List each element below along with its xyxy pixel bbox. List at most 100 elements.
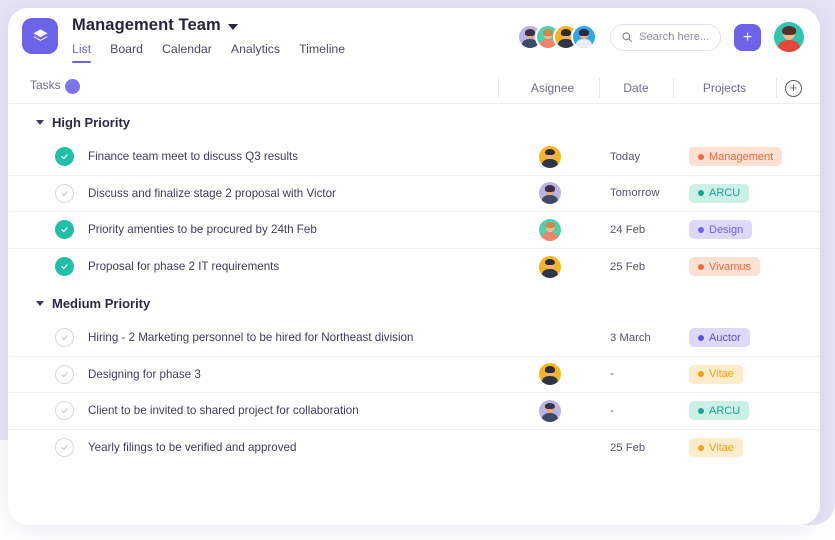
tab-analytics[interactable]: Analytics — [231, 42, 280, 63]
task-title: Proposal for phase 2 IT requirements — [88, 260, 279, 273]
column-divider — [498, 78, 499, 98]
tag-dot — [698, 335, 704, 341]
task-title: Yearly filings to be verified and approv… — [88, 441, 296, 454]
task-row[interactable]: Priority amenties to be procured by 24th… — [8, 212, 820, 249]
title-block: Management Team List Board Calendar Anal… — [72, 8, 345, 63]
member-avatar-group[interactable] — [517, 24, 597, 50]
checkbox-checked[interactable] — [55, 220, 74, 239]
chevron-down-icon[interactable] — [228, 24, 238, 30]
checkbox-unchecked[interactable] — [55, 328, 74, 347]
chevron-down-icon[interactable] — [36, 301, 44, 306]
task-title: Hiring - 2 Marketing personnel to be hir… — [88, 331, 413, 344]
task-row[interactable]: Proposal for phase 2 IT requirements 25 F… — [8, 249, 820, 286]
tag-label: Vitae — [709, 368, 734, 380]
checkbox-unchecked[interactable] — [55, 438, 74, 457]
search-icon — [621, 31, 633, 43]
checkbox-unchecked[interactable] — [55, 184, 74, 203]
tab-board[interactable]: Board — [110, 42, 143, 63]
search-input[interactable]: Search here... — [639, 31, 709, 43]
check-icon — [60, 189, 69, 198]
task-row[interactable]: Designing for phase 3-Vitae — [8, 357, 820, 394]
assignee-avatar — [539, 256, 561, 278]
task-row[interactable]: Finance team meet to discuss Q3 results T… — [8, 139, 820, 176]
tag-dot — [698, 264, 704, 270]
task-title: Priority amenties to be procured by 24th… — [88, 223, 317, 236]
group-title: Medium Priority — [52, 296, 150, 311]
app-logo[interactable] — [22, 18, 58, 54]
assignee-avatar — [539, 146, 561, 168]
user-avatar-image — [774, 22, 804, 52]
user-avatar[interactable] — [774, 22, 804, 52]
search-box[interactable]: Search here... — [610, 24, 721, 51]
tab-list[interactable]: List — [72, 42, 91, 63]
tag-dot — [698, 371, 704, 377]
task-date[interactable]: 25 Feb — [610, 442, 645, 454]
task-assignee[interactable] — [539, 146, 561, 168]
tasks-column-label: Tasks — [30, 78, 61, 92]
check-icon — [60, 443, 69, 452]
column-header-row: Tasks Asignee Date Projects + — [8, 72, 820, 104]
tab-calendar[interactable]: Calendar — [162, 42, 212, 63]
tag-dot — [698, 190, 704, 196]
checkbox-checked[interactable] — [55, 147, 74, 166]
project-tag[interactable]: ARCU — [689, 401, 749, 420]
task-assignee[interactable] — [539, 363, 561, 385]
group-title: High Priority — [52, 115, 130, 130]
task-date[interactable]: 25 Feb — [610, 261, 645, 273]
task-row[interactable]: Yearly filings to be verified and approv… — [8, 430, 820, 467]
add-task-button[interactable]: + — [734, 24, 761, 51]
project-tag[interactable]: ARCU — [689, 184, 749, 203]
checkbox-checked[interactable] — [55, 257, 74, 276]
task-date[interactable]: - — [610, 405, 614, 417]
task-date[interactable]: 24 Feb — [610, 224, 645, 236]
circle-plus-icon[interactable]: + — [785, 80, 802, 97]
main-card: Management Team List Board Calendar Anal… — [8, 8, 820, 525]
group-header-high-priority[interactable]: High Priority — [8, 104, 820, 139]
assignee-avatar — [539, 363, 561, 385]
task-assignee[interactable] — [539, 182, 561, 204]
task-assignee[interactable] — [539, 400, 561, 422]
project-tag[interactable]: Design — [689, 220, 752, 239]
chevron-down-icon[interactable] — [36, 120, 44, 125]
tag-label: Vivamus — [709, 261, 751, 273]
tag-dot — [698, 408, 704, 414]
member-avatar-4 — [571, 24, 597, 50]
tag-label: Vitae — [709, 442, 734, 454]
column-header-assignee[interactable]: Asignee — [506, 72, 599, 104]
task-row[interactable]: Client to be invited to shared project f… — [8, 393, 820, 430]
task-date[interactable]: 3 March — [610, 332, 651, 344]
header-actions: Search here... + — [517, 8, 804, 52]
task-date[interactable]: - — [610, 368, 614, 380]
task-date[interactable]: Tomorrow — [610, 187, 660, 199]
project-tag[interactable]: Auctor — [689, 328, 750, 347]
project-tag[interactable]: Vitae — [689, 438, 743, 457]
check-icon — [60, 370, 69, 379]
group-header-medium-priority[interactable]: Medium Priority — [8, 285, 820, 320]
checkbox-unchecked[interactable] — [55, 401, 74, 420]
tab-bar: List Board Calendar Analytics Timeline — [72, 42, 345, 63]
project-title-row[interactable]: Management Team — [72, 16, 345, 35]
task-row[interactable]: Discuss and finalize stage 2 proposal wi… — [8, 176, 820, 213]
tag-dot — [698, 227, 704, 233]
tag-label: Auctor — [709, 332, 741, 344]
task-assignee[interactable] — [539, 256, 561, 278]
task-title: Discuss and finalize stage 2 proposal wi… — [88, 187, 336, 200]
column-header-date[interactable]: Date — [599, 72, 673, 104]
tab-timeline[interactable]: Timeline — [299, 42, 345, 63]
tag-dot — [698, 445, 704, 451]
project-tag[interactable]: Vivamus — [689, 257, 760, 276]
project-tag[interactable]: Management — [689, 147, 782, 166]
tag-label: ARCU — [709, 187, 740, 199]
app-window: Management Team List Board Calendar Anal… — [0, 0, 835, 540]
task-row[interactable]: Hiring - 2 Marketing personnel to be hir… — [8, 320, 820, 357]
task-assignee[interactable] — [539, 219, 561, 241]
assignee-avatar — [539, 182, 561, 204]
column-divider — [776, 78, 777, 98]
task-title: Finance team meet to discuss Q3 results — [88, 150, 298, 163]
task-date[interactable]: Today — [610, 151, 640, 163]
tag-label: ARCU — [709, 405, 740, 417]
column-header-projects[interactable]: Projects — [673, 72, 776, 104]
project-tag[interactable]: Vitae — [689, 365, 743, 384]
checkbox-unchecked[interactable] — [55, 365, 74, 384]
check-icon — [60, 262, 69, 271]
